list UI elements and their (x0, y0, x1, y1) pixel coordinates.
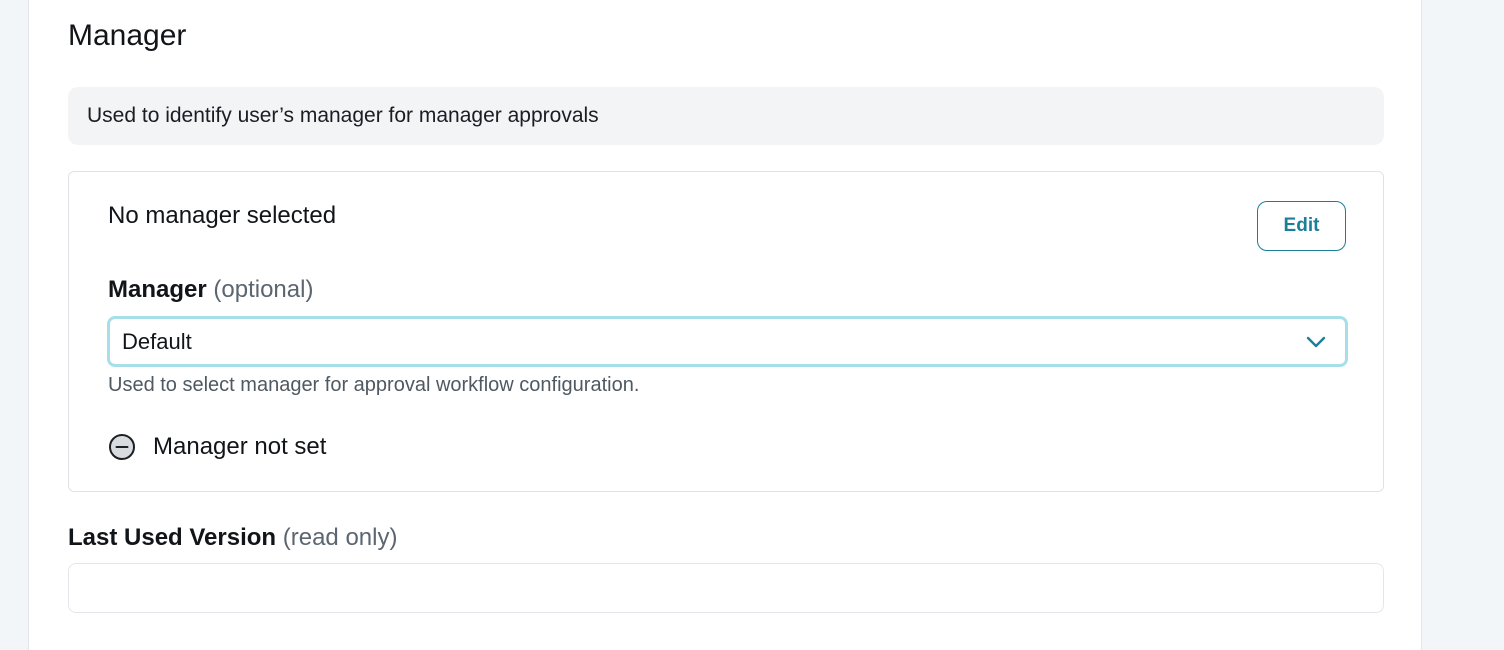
manager-status-heading: No manager selected (108, 202, 337, 229)
manager-helper-text: Used to select manager for approval work… (108, 374, 640, 396)
manager-label-text: Manager (108, 276, 207, 303)
info-banner: Used to identify user’s manager for mana… (68, 87, 1384, 145)
optional-tag: (optional) (213, 276, 314, 303)
minus-circle-icon (109, 434, 135, 460)
last-used-version-label-text: Last Used Version (68, 524, 277, 551)
section-title: Manager (68, 19, 187, 52)
edit-button[interactable]: Edit (1257, 201, 1346, 251)
manager-status-text: Manager not set (153, 433, 327, 460)
main-panel: Manager Used to identify user’s manager … (28, 0, 1422, 650)
info-banner-text: Used to identify user’s manager for mana… (87, 104, 599, 127)
manager-status-row: Manager not set (108, 430, 326, 464)
last-used-version-label: Last Used Version (read only) (68, 521, 397, 555)
manager-select-value: Default (122, 328, 192, 354)
chevron-down-icon[interactable] (1305, 331, 1327, 353)
read-only-tag: (read only) (282, 524, 398, 551)
last-used-version-field (68, 563, 1384, 613)
manager-field-label: Manager (optional) (108, 273, 313, 307)
manager-card: No manager selected Edit Manager (option… (68, 171, 1384, 492)
manager-select[interactable]: Default (107, 316, 1348, 367)
